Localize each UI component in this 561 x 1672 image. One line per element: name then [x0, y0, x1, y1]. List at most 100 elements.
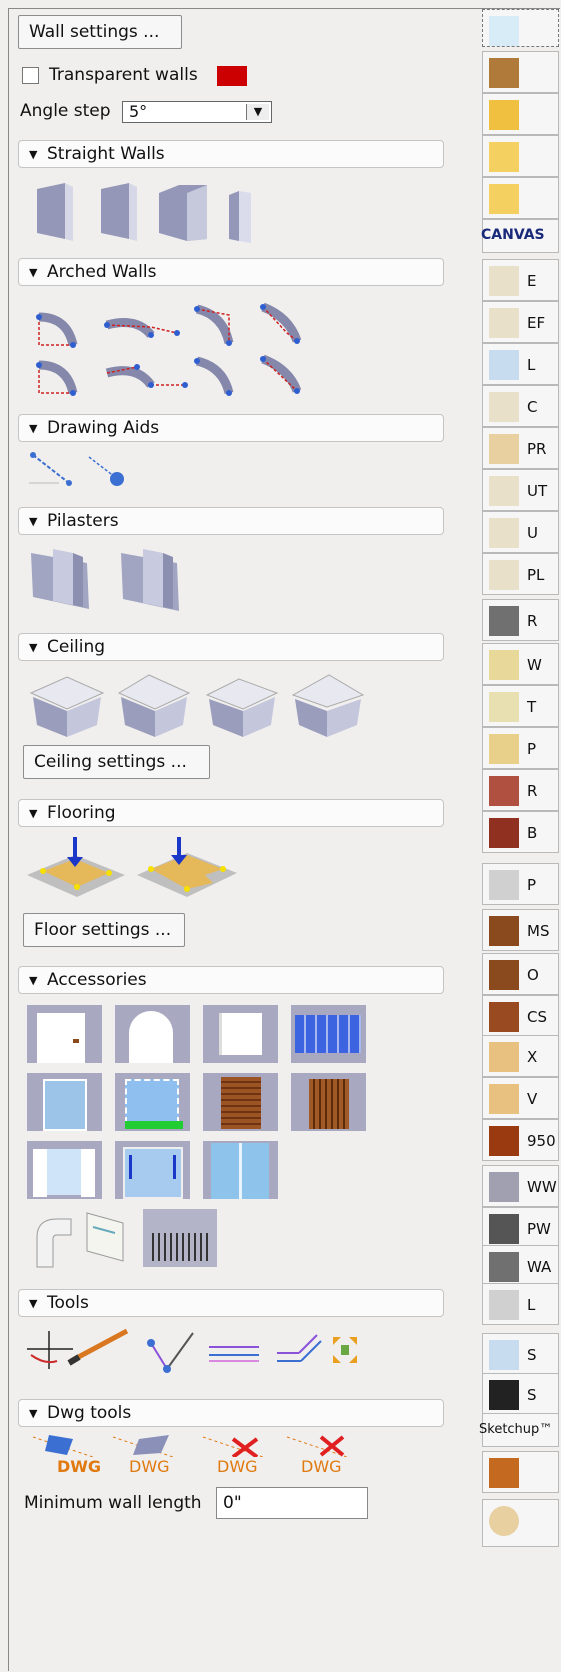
min-wall-length-label: Minimum wall length [24, 1493, 202, 1513]
catalog-item-button[interactable]: EF [482, 301, 559, 343]
catalog-item-button[interactable]: MS [482, 909, 559, 951]
section-title: Tools [47, 1293, 89, 1313]
section-header-ceiling[interactable]: ▼ Ceiling [18, 633, 444, 661]
catalog-item-button[interactable]: L [482, 343, 559, 385]
catalog-item-button[interactable]: O [482, 953, 559, 995]
dwg-remove-label[interactable]: DWG [301, 1457, 342, 1476]
glass-door-icon[interactable] [203, 1141, 278, 1199]
catalog-item-label: CS [527, 1008, 547, 1026]
section-title: Drawing Aids [47, 418, 160, 438]
catalog-item-button[interactable]: PR [482, 427, 559, 469]
catalog-item-button[interactable]: CS [482, 995, 559, 1037]
blind-wood-icon[interactable] [203, 1073, 278, 1131]
catalog-item-button[interactable]: WW [482, 1165, 559, 1207]
catalog-materials-button[interactable] [482, 51, 559, 93]
min-wall-length-input[interactable]: 0" [216, 1487, 368, 1519]
catalog-item-icon [489, 960, 519, 990]
catalog-item-button[interactable]: WA [482, 1245, 559, 1287]
catalog-item-button[interactable]: L [482, 1283, 559, 1325]
catalog-item-button[interactable]: W [482, 643, 559, 685]
catalog-lighting-button[interactable] [482, 135, 559, 177]
catalog-item-icon [489, 560, 519, 590]
catalog-item-button[interactable]: B [482, 811, 559, 853]
catalog-item-button[interactable]: E [482, 259, 559, 301]
catalog-lighting2-button[interactable] [482, 177, 559, 219]
catalog-search-button[interactable] [482, 1499, 559, 1547]
curtain-window-icon[interactable] [27, 1141, 102, 1199]
catalog-measure-button[interactable] [482, 93, 559, 135]
section-header-flooring[interactable]: ▼ Flooring [18, 799, 444, 827]
ceiling-settings-button[interactable]: Ceiling settings ... [23, 745, 210, 779]
catalog-item-button[interactable]: U [482, 511, 559, 553]
catalog-item-button[interactable]: T [482, 685, 559, 727]
catalog-item-button[interactable]: X [482, 1035, 559, 1077]
angle-step-select[interactable]: 5° ▼ [122, 101, 272, 123]
ceiling-slope-icon [291, 674, 365, 737]
straight-wall-icons [37, 183, 251, 243]
catalog-item-icon [489, 1290, 519, 1320]
section-header-tools[interactable]: ▼ Tools [18, 1289, 444, 1317]
catalog-item-label: P [527, 876, 537, 894]
section-header-pilasters[interactable]: ▼ Pilasters [18, 507, 444, 535]
pilaster-2-icon [121, 549, 179, 611]
catalog-item-label: S [527, 1346, 537, 1364]
ceiling-hip-icon [205, 678, 279, 737]
catalog-item-button[interactable]: R [482, 769, 559, 811]
dwg-delete-label[interactable]: DWG [217, 1457, 258, 1476]
dwg-icons-art [32, 1435, 348, 1457]
transparent-walls-checkbox[interactable] [22, 67, 39, 84]
section-header-dwg-tools[interactable]: ▼ Dwg tools [18, 1399, 444, 1427]
collapse-triangle-icon: ▼ [29, 422, 38, 435]
catalog-item-button[interactable]: UT [482, 469, 559, 511]
wall-tools-panel: Wall settings ... Transparent walls Angl… [9, 9, 479, 1669]
sliding-window-icon[interactable] [115, 1141, 190, 1199]
glass-block-icon[interactable] [291, 1005, 366, 1063]
catalog-item-button[interactable]: P [482, 727, 559, 769]
catalog-canvas-button[interactable]: CANVAS [481, 219, 559, 253]
dwg-export-label[interactable]: DWG [129, 1457, 170, 1476]
catalog-item-label: X [527, 1048, 538, 1066]
dwg-import-label[interactable]: DWG [57, 1457, 101, 1476]
section-header-arched-walls[interactable]: ▼ Arched Walls [18, 258, 444, 286]
catalog-extension-button[interactable] [482, 1451, 559, 1493]
catalog-item-label: R [527, 782, 538, 800]
window-icon[interactable] [27, 1073, 102, 1131]
catalog-item-button[interactable]: V [482, 1077, 559, 1119]
catalog-item-button[interactable]: R [482, 599, 559, 641]
section-header-straight-walls[interactable]: ▼ Straight Walls [18, 140, 444, 168]
split-wall-icon [27, 1331, 73, 1369]
catalog-item-icon [489, 350, 519, 380]
catalog-item-icon [489, 916, 519, 946]
ceiling-flat-icon [29, 676, 105, 737]
catalog-item-icon [489, 392, 519, 422]
collapse-triangle-icon: ▼ [29, 1407, 38, 1420]
catalog-item-button[interactable]: S [482, 1373, 559, 1415]
wall-settings-button[interactable]: Wall settings ... [18, 15, 182, 49]
catalog-item-label: WA [527, 1258, 552, 1276]
door-icon[interactable] [27, 1005, 102, 1063]
catalog-item-button[interactable]: PL [482, 553, 559, 595]
wall-color-swatch[interactable] [217, 66, 247, 86]
catalog-item-icon [489, 1042, 519, 1072]
catalog-item-button[interactable]: C [482, 385, 559, 427]
catalog-item-label: UT [527, 482, 548, 500]
catalog-item-button[interactable]: 950 [482, 1119, 559, 1161]
catalog-sketchup-button[interactable]: Sketchup™ [479, 1413, 559, 1447]
catalog-item-button[interactable]: P [482, 863, 559, 905]
section-header-accessories[interactable]: ▼ Accessories [18, 966, 444, 994]
floor-settings-button[interactable]: Floor settings ... [23, 913, 185, 947]
window-sill-icon[interactable] [115, 1073, 190, 1131]
wall-sign-icon [86, 1212, 124, 1262]
canvas-label: CANVAS [481, 227, 545, 243]
arch-opening-icon[interactable] [115, 1005, 190, 1063]
floor-polygon-icon [137, 837, 237, 897]
blind-vertical-icon[interactable] [291, 1073, 366, 1131]
catalog-item-button[interactable]: S [482, 1333, 559, 1375]
catalog-item-button[interactable]: PW [482, 1207, 559, 1249]
wall-opening-icon[interactable] [203, 1005, 278, 1063]
section-header-drawing-aids[interactable]: ▼ Drawing Aids [18, 414, 444, 442]
catalog-walls-button[interactable] [482, 9, 559, 47]
catalog-item-icon [489, 606, 519, 636]
catalog-item-label: PR [527, 440, 547, 458]
section-title: Arched Walls [47, 262, 157, 282]
